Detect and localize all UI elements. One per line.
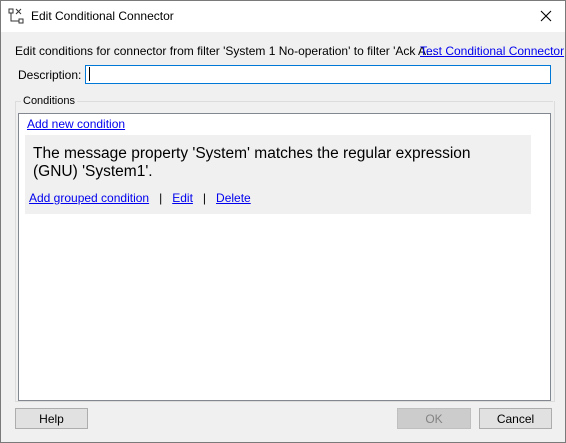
description-input[interactable] (85, 65, 551, 84)
conditions-panel[interactable]: Add new condition The message property '… (18, 113, 551, 401)
add-grouped-condition-link[interactable]: Add grouped condition (29, 191, 149, 205)
ok-button[interactable]: OK (397, 408, 471, 429)
group-border-left (15, 101, 21, 102)
intro-text: Edit conditions for connector from filte… (15, 44, 437, 58)
delete-condition-link[interactable]: Delete (216, 191, 251, 205)
group-border-right (77, 101, 553, 102)
cancel-button[interactable]: Cancel (479, 408, 552, 429)
add-new-condition-link[interactable]: Add new condition (27, 117, 125, 131)
edit-conditional-connector-dialog: Edit Conditional Connector Edit conditio… (0, 0, 566, 443)
text-caret (89, 67, 90, 81)
action-separator: | (202, 191, 207, 205)
title-bar: Edit Conditional Connector (1, 1, 565, 32)
description-label: Description: (18, 68, 82, 82)
window-title: Edit Conditional Connector (31, 9, 174, 23)
condition-actions: Add grouped condition | Edit | Delete (29, 191, 251, 205)
close-button[interactable] (531, 4, 561, 28)
close-icon (540, 10, 552, 22)
help-button[interactable]: Help (15, 408, 88, 429)
test-conditional-connector-link[interactable]: Test Conditional Connector (420, 44, 564, 58)
conditions-group-label: Conditions (23, 95, 75, 107)
condition-text: The message property 'System' matches th… (33, 145, 471, 180)
connector-icon (8, 8, 24, 24)
action-separator: | (159, 191, 163, 205)
condition-item: The message property 'System' matches th… (25, 135, 531, 214)
edit-condition-link[interactable]: Edit (172, 191, 193, 205)
